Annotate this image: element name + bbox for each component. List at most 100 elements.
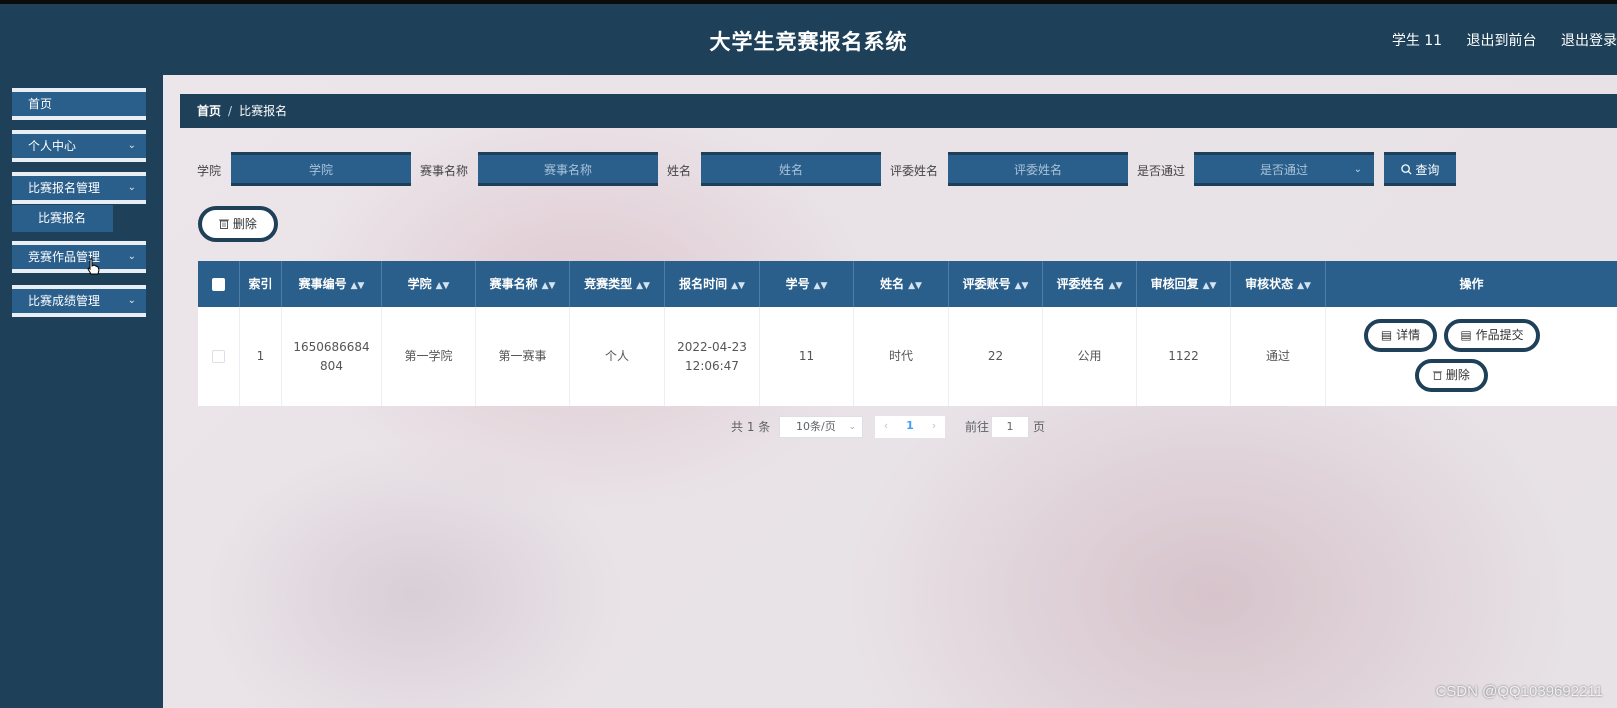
document-icon: ▤ <box>1460 328 1472 342</box>
column-header-sortable[interactable]: 审核状态 ▲▼ <box>1231 261 1326 307</box>
chevron-down-icon: ⌄ <box>1353 164 1362 175</box>
column-header-sortable[interactable]: 姓名 ▲▼ <box>854 261 949 307</box>
sort-icon[interactable]: ▲▼ <box>1203 281 1217 291</box>
column-label: 赛事编号 <box>298 277 347 291</box>
logout-link[interactable]: 退出登录 <box>1561 33 1617 49</box>
submit-work-button-label: 作品提交 <box>1475 328 1524 342</box>
column-label: 审核回复 <box>1150 277 1199 291</box>
column-label: 学院 <box>407 277 432 291</box>
column-header: 操作 <box>1326 261 1617 307</box>
column-header-sortable[interactable]: 审核回复 ▲▼ <box>1137 261 1231 307</box>
column-header-sortable[interactable]: 评委账号 ▲▼ <box>949 261 1043 307</box>
column-header-sortable[interactable]: 评委姓名 ▲▼ <box>1043 261 1137 307</box>
column-label: 操作 <box>1459 277 1484 291</box>
breadcrumb: 首页 / 比赛报名 <box>180 94 1617 128</box>
table-cell: 公用 <box>1043 307 1137 406</box>
sort-icon[interactable]: ▲▼ <box>1297 281 1311 291</box>
sidebar-item-label: 比赛报名管理 <box>28 181 101 195</box>
sort-icon[interactable]: ▲▼ <box>908 281 922 291</box>
column-label: 审核状态 <box>1245 277 1294 291</box>
column-label: 评委姓名 <box>1056 277 1105 291</box>
sort-icon[interactable]: ▲▼ <box>1015 281 1029 291</box>
chevron-down-icon: ⌄ <box>127 251 136 262</box>
column-label: 学号 <box>785 277 810 291</box>
sidebar-item-signup-management[interactable]: 比赛报名管理 ⌄ <box>12 172 146 204</box>
current-user: 学生 11 <box>1391 33 1443 49</box>
select-all-checkbox[interactable] <box>212 278 225 291</box>
prev-page-button[interactable]: ‹ <box>875 416 897 438</box>
chevron-down-icon: ⌄ <box>127 140 136 151</box>
judge-name-input[interactable]: 评委姓名 <box>948 152 1128 186</box>
search-button[interactable]: 查询 <box>1384 152 1456 186</box>
column-header-sortable[interactable]: 竞赛类型 ▲▼ <box>570 261 665 307</box>
breadcrumb-home[interactable]: 首页 <box>197 104 221 118</box>
judge-name-label: 评委姓名 <box>890 164 939 178</box>
column-label: 赛事名称 <box>489 277 538 291</box>
row-delete-button-label: 删除 <box>1445 368 1470 382</box>
sort-icon[interactable]: ▲▼ <box>351 281 365 291</box>
app-window: 大学生竞赛报名系统 学生 11 退出到前台 退出登录 首页 个人中心 ⌄ 比赛报… <box>0 4 1617 708</box>
passed-select[interactable]: 是否通过 ⌄ <box>1194 152 1374 186</box>
batch-delete-button[interactable]: 删除 <box>198 206 278 242</box>
column-header-sortable[interactable]: 报名时间 ▲▼ <box>665 261 760 307</box>
select-all-cell <box>198 261 240 307</box>
table-cell: 1650686684804 <box>282 307 382 406</box>
sidebar-item-score-management[interactable]: 比赛成绩管理 ⌄ <box>12 285 146 317</box>
table-cell: 22 <box>949 307 1043 406</box>
sort-icon[interactable]: ▲▼ <box>1109 281 1123 291</box>
search-icon <box>1400 164 1412 175</box>
sort-icon[interactable]: ▲▼ <box>731 281 745 291</box>
contest-name-label: 赛事名称 <box>420 164 469 178</box>
table-header: 索引 赛事编号 ▲▼ 学院 ▲▼ 赛事名称 ▲▼ 竞赛类型 ▲▼ 报名时间 ▲▼ 学号 ▲▼… <box>198 261 1617 307</box>
column-label: 竞赛类型 <box>584 277 633 291</box>
back-to-front-link[interactable]: 退出到前台 <box>1467 33 1537 49</box>
page-number-current[interactable]: 1 <box>897 416 923 438</box>
table-row: 1 1650686684804 第一学院 第一赛事 个人 2022-04-23 … <box>198 307 1617 406</box>
main-content: 首页 / 比赛报名 学院 学院 赛事名称 赛事名称 姓名 姓名 评委姓名 评委姓名 … <box>163 75 1617 708</box>
goto-page-input[interactable]: 1 <box>991 416 1029 438</box>
batch-delete-label: 删除 <box>232 217 257 231</box>
column-header-sortable[interactable]: 赛事名称 ▲▼ <box>476 261 570 307</box>
next-page-button[interactable]: › <box>923 416 945 438</box>
contest-name-input[interactable]: 赛事名称 <box>478 152 658 186</box>
sidebar-item-personal-center[interactable]: 个人中心 ⌄ <box>12 130 146 162</box>
column-label: 索引 <box>248 277 273 291</box>
trash-icon <box>219 219 230 229</box>
column-header-sortable[interactable]: 学号 ▲▼ <box>760 261 854 307</box>
page-size-value: 10条/页 <box>796 420 836 433</box>
name-input[interactable]: 姓名 <box>701 152 881 186</box>
row-checkbox[interactable] <box>212 350 225 363</box>
name-label: 姓名 <box>667 164 692 178</box>
sort-icon[interactable]: ▲▼ <box>542 281 556 291</box>
row-delete-button[interactable]: 删除 <box>1415 359 1488 392</box>
top-header: 大学生竞赛报名系统 学生 11 退出到前台 退出登录 <box>0 4 1617 75</box>
college-input[interactable]: 学院 <box>231 152 411 186</box>
sort-icon[interactable]: ▲▼ <box>814 281 828 291</box>
submit-work-button[interactable]: ▤ 作品提交 <box>1444 319 1540 352</box>
column-header-sortable[interactable]: 赛事编号 ▲▼ <box>282 261 382 307</box>
page-suffix-label: 页 <box>1033 420 1046 434</box>
chevron-down-icon: ⌄ <box>848 422 856 432</box>
row-select-cell <box>198 307 240 406</box>
table-cell: 2022-04-23 12:06:47 <box>665 307 760 406</box>
column-header-sortable[interactable]: 学院 ▲▼ <box>382 261 476 307</box>
sidebar-subitem-signup[interactable]: 比赛报名 <box>12 205 113 232</box>
column-label: 姓名 <box>880 277 905 291</box>
pagination-total: 共 1 条 <box>731 420 771 434</box>
watermark: CSDN @QQ1039692211 <box>1435 683 1603 700</box>
column-header: 索引 <box>240 261 282 307</box>
table-cell: 1122 <box>1137 307 1231 406</box>
sidebar: 首页 个人中心 ⌄ 比赛报名管理 ⌄ 比赛报名 竞赛作品管理 ⌄ 比赛成绩管理 … <box>0 75 163 708</box>
document-icon: ▤ <box>1380 328 1393 342</box>
sidebar-item-label: 比赛成绩管理 <box>28 294 101 308</box>
chevron-down-icon: ⌄ <box>127 182 136 193</box>
page-size-select[interactable]: 10条/页 ⌄ <box>779 416 863 438</box>
trash-icon <box>1433 371 1443 380</box>
passed-label: 是否通过 <box>1137 164 1186 178</box>
detail-button[interactable]: ▤ 详情 <box>1364 319 1437 352</box>
sort-icon[interactable]: ▲▼ <box>436 281 450 291</box>
chevron-down-icon: ⌄ <box>127 295 136 306</box>
sidebar-item-home[interactable]: 首页 <box>12 88 146 120</box>
sort-icon[interactable]: ▲▼ <box>636 281 650 291</box>
sidebar-item-works-management[interactable]: 竞赛作品管理 ⌄ <box>12 241 146 273</box>
